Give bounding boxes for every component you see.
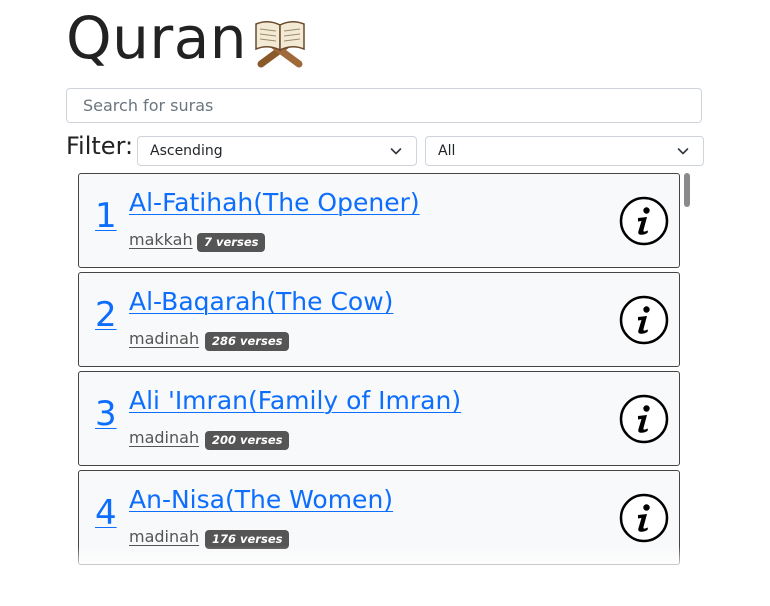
sura-number-link[interactable]: 1 [95, 196, 117, 236]
chevron-down-icon [390, 148, 402, 155]
app-title-text: Quran [66, 4, 248, 72]
verses-badge: 176 verses [205, 530, 290, 549]
revelation-place-link[interactable]: makkah [129, 230, 193, 249]
info-icon[interactable] [619, 196, 669, 246]
order-select[interactable]: Ascending [137, 136, 417, 166]
sura-number-link[interactable]: 4 [95, 493, 117, 533]
list-scrollbar[interactable] [684, 173, 690, 207]
sura-name-link[interactable]: Al-Baqarah(The Cow) [129, 287, 393, 316]
revelation-place-link[interactable]: madinah [129, 428, 199, 447]
revelation-place-link[interactable]: madinah [129, 329, 199, 348]
info-icon[interactable] [619, 394, 669, 444]
sura-name-link[interactable]: Al-Fatihah(The Opener) [129, 188, 420, 217]
chevron-down-icon [677, 148, 689, 155]
verses-badge: 286 verses [205, 332, 290, 351]
place-select-value: All [438, 143, 456, 159]
open-book-icon [255, 21, 305, 68]
sura-card[interactable]: 3 Ali 'Imran(Family of Imran) madinah 20… [78, 371, 680, 466]
order-select-value: Ascending [150, 143, 223, 159]
search-input[interactable] [66, 88, 702, 123]
verses-badge: 7 verses [197, 233, 266, 252]
sura-number-link[interactable]: 2 [95, 295, 117, 335]
filter-label: Filter: [66, 132, 134, 160]
info-icon[interactable] [619, 295, 669, 345]
sura-card[interactable]: 2 Al-Baqarah(The Cow) madinah 286 verses [78, 272, 680, 367]
page: Quran Filter: Ascending All [0, 0, 770, 606]
sura-card[interactable]: 4 An-Nisa(The Women) madinah 176 verses [78, 470, 680, 565]
verses-badge: 200 verses [205, 431, 290, 450]
revelation-place-link[interactable]: madinah [129, 527, 199, 546]
page-title: Quran [66, 2, 307, 74]
sura-name-link[interactable]: An-Nisa(The Women) [129, 485, 393, 514]
sura-name-link[interactable]: Ali 'Imran(Family of Imran) [129, 386, 461, 415]
sura-list[interactable]: 1 Al-Fatihah(The Opener) makkah 7 verses… [78, 173, 680, 566]
sura-number-link[interactable]: 3 [95, 394, 117, 434]
sura-card[interactable]: 1 Al-Fatihah(The Opener) makkah 7 verses [78, 173, 680, 268]
place-select[interactable]: All [425, 136, 704, 166]
info-icon[interactable] [619, 493, 669, 543]
